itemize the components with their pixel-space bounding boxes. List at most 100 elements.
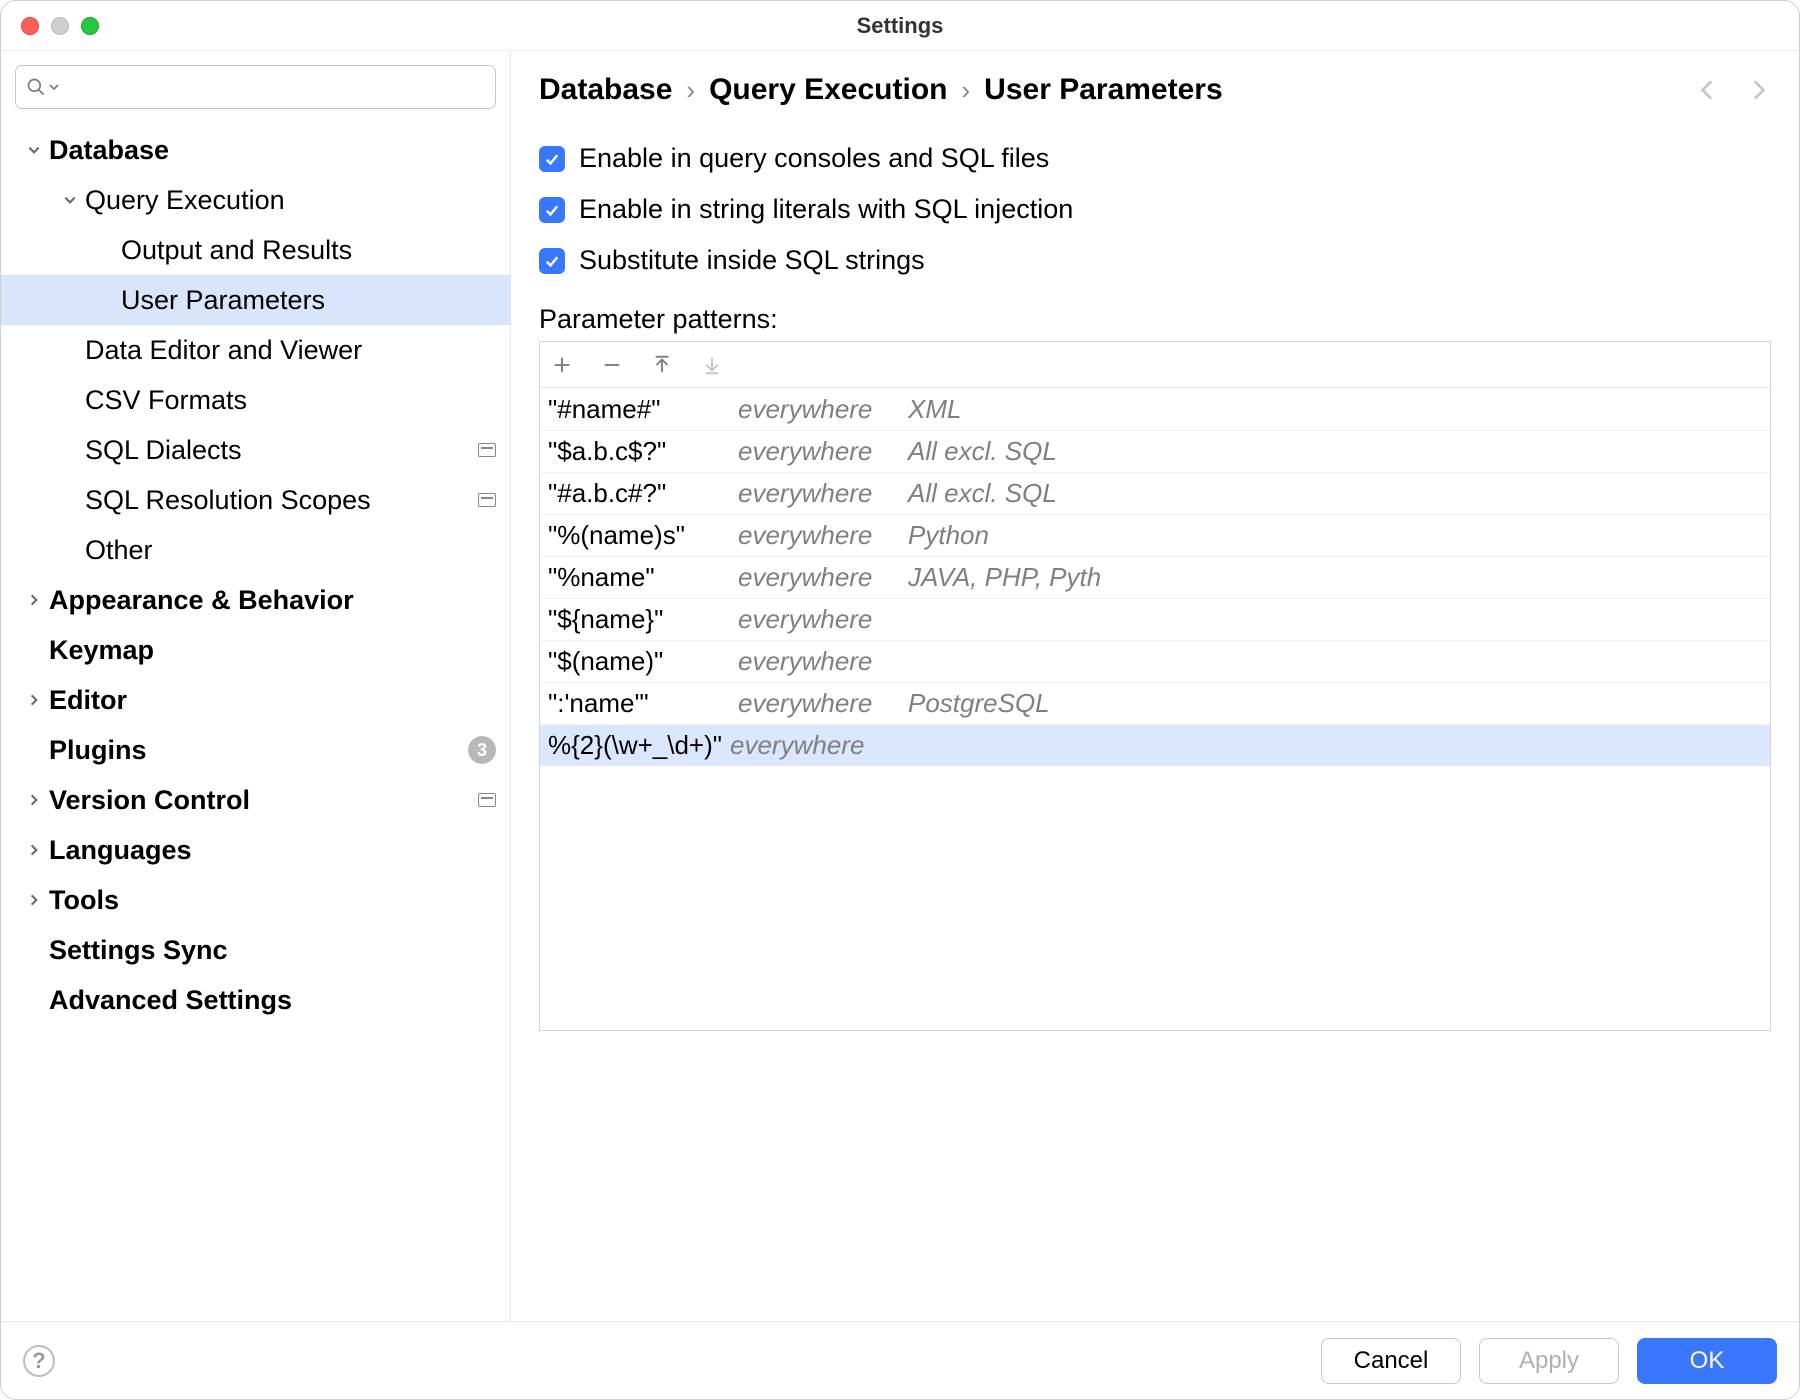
- pattern-row[interactable]: "#a.b.c#?"everywhereAll excl. SQL: [540, 472, 1770, 514]
- breadcrumb-segment[interactable]: Database: [539, 73, 672, 107]
- tree-item-label: Other: [85, 535, 153, 566]
- pattern-scope: everywhere: [738, 562, 908, 593]
- checkbox-option[interactable]: Substitute inside SQL strings: [539, 245, 1771, 276]
- cancel-button[interactable]: Cancel: [1321, 1338, 1461, 1384]
- breadcrumb-segment[interactable]: Query Execution: [709, 73, 947, 107]
- pattern-text: "#a.b.c#?": [548, 478, 738, 509]
- tree-item[interactable]: Appearance & Behavior: [1, 575, 510, 625]
- zoom-window-button[interactable]: [81, 17, 99, 35]
- disclosure-spacer: [25, 991, 43, 1009]
- minimize-window-button[interactable]: [51, 17, 69, 35]
- pattern-scope: everywhere: [738, 394, 908, 425]
- disclosure-spacer: [61, 491, 79, 509]
- chevron-down-icon[interactable]: [25, 141, 43, 159]
- pattern-row[interactable]: "$(name)"everywhere: [540, 640, 1770, 682]
- disclosure-spacer: [61, 441, 79, 459]
- chevron-right-icon[interactable]: [25, 591, 43, 609]
- minus-icon: [601, 354, 623, 376]
- checkbox-option[interactable]: Enable in query consoles and SQL files: [539, 143, 1771, 174]
- tree-item[interactable]: Keymap: [1, 625, 510, 675]
- options-checkboxes: Enable in query consoles and SQL files En…: [539, 143, 1771, 276]
- pattern-row[interactable]: "${name}"everywhere: [540, 598, 1770, 640]
- chevron-right-icon[interactable]: [25, 891, 43, 909]
- tree-item[interactable]: Data Editor and Viewer: [1, 325, 510, 375]
- help-button[interactable]: ?: [23, 1345, 55, 1377]
- tree-item-label: Query Execution: [85, 185, 285, 216]
- settings-search-input[interactable]: [15, 65, 496, 109]
- tree-item[interactable]: SQL Resolution Scopes: [1, 475, 510, 525]
- ok-button[interactable]: OK: [1637, 1338, 1777, 1384]
- search-field[interactable]: [62, 75, 485, 100]
- arrow-up-icon: [651, 354, 673, 376]
- back-icon[interactable]: [1695, 77, 1721, 103]
- pattern-row[interactable]: "$a.b.c$?"everywhereAll excl. SQL: [540, 430, 1770, 472]
- window-title: Settings: [1, 13, 1799, 39]
- add-button[interactable]: [550, 353, 574, 377]
- tree-item-label: Tools: [49, 885, 119, 916]
- project-scope-icon: [478, 493, 496, 507]
- tree-item[interactable]: Other: [1, 525, 510, 575]
- dialog-footer: ? Cancel Apply OK: [1, 1321, 1799, 1399]
- pattern-scope: everywhere: [738, 646, 908, 677]
- tree-item-label: Output and Results: [121, 235, 352, 266]
- breadcrumb-nav: [1695, 77, 1771, 103]
- tree-item[interactable]: CSV Formats: [1, 375, 510, 425]
- tree-item[interactable]: Output and Results: [1, 225, 510, 275]
- tree-item[interactable]: Query Execution: [1, 175, 510, 225]
- arrow-down-icon: [701, 354, 723, 376]
- apply-button[interactable]: Apply: [1479, 1338, 1619, 1384]
- pattern-scope: everywhere: [738, 688, 908, 719]
- pattern-langs: PostgreSQL: [908, 688, 1770, 719]
- disclosure-spacer: [61, 391, 79, 409]
- checkbox-option[interactable]: Enable in string literals with SQL injec…: [539, 194, 1771, 225]
- forward-icon[interactable]: [1745, 77, 1771, 103]
- pattern-text: ":'name'": [548, 688, 738, 719]
- tree-item[interactable]: Version Control: [1, 775, 510, 825]
- tree-item[interactable]: Advanced Settings: [1, 975, 510, 1025]
- chevron-right-icon[interactable]: [25, 841, 43, 859]
- pattern-langs: XML: [908, 394, 1770, 425]
- tree-item[interactable]: Settings Sync: [1, 925, 510, 975]
- disclosure-spacer: [25, 641, 43, 659]
- patterns-list[interactable]: "#name#"everywhereXML"$a.b.c$?"everywher…: [540, 388, 1770, 1030]
- tree-item-label: User Parameters: [121, 285, 325, 316]
- close-window-button[interactable]: [21, 17, 39, 35]
- pattern-row[interactable]: "#name#"everywhereXML: [540, 388, 1770, 430]
- tree-item-label: SQL Resolution Scopes: [85, 485, 371, 516]
- disclosure-spacer: [97, 241, 115, 259]
- tree-item-label: Settings Sync: [49, 935, 228, 966]
- breadcrumb-segment: User Parameters: [984, 73, 1223, 107]
- pattern-scope: everywhere: [738, 604, 908, 635]
- chevron-right-icon[interactable]: [25, 691, 43, 709]
- tree-item[interactable]: User Parameters: [1, 275, 510, 325]
- move-up-button[interactable]: [650, 353, 674, 377]
- chevron-down-icon[interactable]: [61, 191, 79, 209]
- titlebar: Settings: [1, 1, 1799, 51]
- tree-item-label: CSV Formats: [85, 385, 247, 416]
- move-down-button[interactable]: [700, 353, 724, 377]
- tree-item[interactable]: Tools: [1, 875, 510, 925]
- chevron-right-icon[interactable]: [25, 791, 43, 809]
- pattern-row[interactable]: ":'name'"everywherePostgreSQL: [540, 682, 1770, 724]
- tree-item-label: SQL Dialects: [85, 435, 242, 466]
- tree-item[interactable]: Database: [1, 125, 510, 175]
- tree-item[interactable]: Languages: [1, 825, 510, 875]
- chevron-down-icon: [48, 81, 60, 93]
- remove-button[interactable]: [600, 353, 624, 377]
- project-scope-icon: [478, 443, 496, 457]
- checkbox-label: Enable in query consoles and SQL files: [579, 143, 1049, 174]
- checkbox-label: Enable in string literals with SQL injec…: [579, 194, 1073, 225]
- pattern-text: %{2}(\w+_\d+)": [548, 730, 722, 761]
- checkbox-icon: [539, 197, 565, 223]
- pattern-row[interactable]: %{2}(\w+_\d+)"everywhere: [540, 724, 1770, 766]
- pattern-row[interactable]: "%(name)s"everywherePython: [540, 514, 1770, 556]
- pattern-row[interactable]: "%name"everywhereJAVA, PHP, Pyth: [540, 556, 1770, 598]
- pattern-scope: everywhere: [738, 520, 908, 551]
- tree-item[interactable]: SQL Dialects: [1, 425, 510, 475]
- tree-item[interactable]: Editor: [1, 675, 510, 725]
- project-scope-icon: [478, 793, 496, 807]
- breadcrumb: Database › Query Execution › User Parame…: [539, 73, 1695, 107]
- pattern-text: "$a.b.c$?": [548, 436, 738, 467]
- update-count-badge: 3: [468, 736, 496, 764]
- tree-item[interactable]: Plugins3: [1, 725, 510, 775]
